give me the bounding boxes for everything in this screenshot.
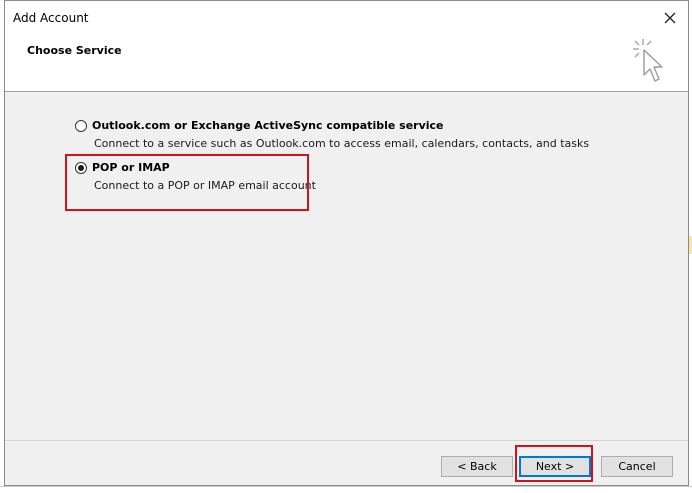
dialog-title: Add Account <box>13 11 89 25</box>
option-description: Connect to a service such as Outlook.com… <box>94 137 590 150</box>
option-label[interactable]: Outlook.com or Exchange ActiveSync compa… <box>92 119 444 132</box>
highlight-annotation <box>515 445 593 482</box>
pointer-click-icon <box>633 39 663 82</box>
add-account-dialog: Add Account Choose Service Outlook.com o… <box>4 0 689 486</box>
service-options: Outlook.com or Exchange ActiveSync compa… <box>5 92 688 442</box>
dialog-header: Choose Service <box>5 35 688 92</box>
exchange-radio[interactable] <box>75 120 87 132</box>
footer-divider <box>5 440 688 441</box>
close-icon <box>664 12 676 24</box>
close-button[interactable] <box>658 7 682 29</box>
dialog-titlebar: Add Account <box>5 1 688 35</box>
highlight-annotation <box>65 154 309 211</box>
back-button[interactable]: < Back <box>441 456 513 477</box>
cancel-button[interactable]: Cancel <box>601 456 673 477</box>
page-title: Choose Service <box>27 44 122 57</box>
